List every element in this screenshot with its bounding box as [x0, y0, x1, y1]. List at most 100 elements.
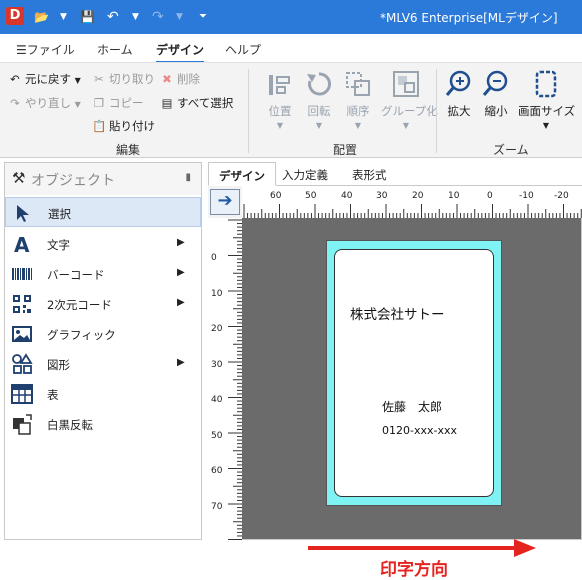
document-tabs: デザイン 入力定義 表形式 — [208, 162, 582, 186]
edit-group-label: 編集 — [116, 143, 141, 157]
ruler-v-label: 50 — [211, 431, 223, 441]
pin-icon[interactable]: ▮ — [185, 172, 191, 183]
tab-input-definition[interactable]: 入力定義 — [272, 162, 338, 186]
group-button[interactable]: グループ化 ▼ — [381, 69, 438, 130]
screen-size-icon — [535, 70, 557, 98]
label-name-text[interactable]: 佐藤 太郎 — [382, 398, 442, 415]
redo-icon[interactable]: ↷ — [152, 8, 164, 26]
paste-icon: 📋 — [92, 119, 107, 133]
object-item-table[interactable]: 表 — [5, 379, 201, 409]
ruler-h-label: 30 — [376, 191, 388, 201]
tab-home[interactable]: ホーム — [97, 41, 133, 58]
title-bar: D 📂 ▼ 💾 ↶ ▼ ↷ ▼ ⏷ *MLV6 Enterprise[MLデザイ… — [0, 0, 582, 34]
ribbon: ↶ 元に戻す ▼ ↷ やり直し ▼ ✂ 切り取り ✖ 削除 ❐ コピー ▤ すべて選択 📋 貼… — [0, 62, 582, 158]
ruler-h-label: 0 — [487, 191, 493, 201]
object-item-2d-code[interactable]: 2次元コード ▶ — [5, 289, 201, 319]
undo-icon[interactable]: ↶ — [107, 8, 119, 26]
position-button[interactable]: 位置 ▼ — [258, 69, 302, 130]
tab-design[interactable]: デザイン — [156, 41, 205, 63]
order-icon — [346, 72, 370, 96]
submenu-arrow-icon: ▶ — [177, 237, 185, 248]
objects-panel: ⚒ オブジェクト ▮ 選択 A 文字 ▶ バーコード ▶ 2次元コード ▶ グラ… — [4, 162, 202, 540]
redo-icon: ↷ — [10, 96, 20, 110]
ruler-h-label: -20 — [554, 191, 569, 201]
arrange-group-label: 配置 — [333, 143, 358, 157]
redo-button[interactable]: ↷ やり直し ▼ — [8, 95, 81, 111]
redo-dropdown-icon[interactable]: ▼ — [176, 8, 183, 26]
chevron-down-icon[interactable]: ▼ — [60, 8, 67, 26]
window-title: *MLV6 Enterprise[MLデザイン] — [380, 11, 558, 25]
ruler-v-label: 20 — [211, 324, 223, 334]
shapes-icon — [12, 353, 33, 374]
submenu-arrow-icon: ▶ — [177, 357, 185, 368]
zoom-group-label: ズーム — [493, 143, 529, 157]
zoom-out-button[interactable]: 縮小 — [474, 69, 518, 119]
image-icon — [12, 326, 32, 342]
zoom-in-icon — [445, 70, 471, 96]
text-icon: A — [14, 233, 30, 255]
tab-design-view[interactable]: デザイン — [208, 162, 276, 186]
undo-dropdown-icon[interactable]: ▼ — [132, 8, 139, 26]
select-all-icon: ▤ — [161, 96, 173, 110]
undo-button[interactable]: ↶ 元に戻す ▼ — [8, 71, 81, 87]
copy-icon: ❐ — [93, 96, 105, 110]
label-print-area[interactable] — [334, 249, 494, 497]
svg-text:A: A — [14, 233, 30, 255]
copy-button[interactable]: ❐ コピー — [92, 95, 144, 111]
paste-button[interactable]: 📋 貼り付け — [92, 118, 155, 134]
cut-button[interactable]: ✂ 切り取り — [92, 71, 155, 87]
ruler-v-label: 0 — [211, 253, 217, 263]
rotate-icon — [307, 72, 331, 96]
object-item-graphic[interactable]: グラフィック — [5, 319, 201, 349]
scissors-icon: ✂ — [94, 72, 104, 86]
cursor-icon — [17, 205, 29, 222]
submenu-arrow-icon: ▶ — [177, 267, 185, 278]
ruler-h-label: 60 — [270, 191, 282, 201]
submenu-arrow-icon: ▶ — [177, 297, 185, 308]
tools-icon: ⚒ — [12, 169, 26, 187]
ruler-v-label: 10 — [211, 289, 223, 299]
ribbon-tabs: ☰ファイル ホーム デザイン ヘルプ — [0, 34, 582, 63]
ruler-v-label: 70 — [211, 502, 223, 512]
table-icon — [11, 384, 33, 404]
save-icon[interactable]: 💾 — [80, 8, 95, 26]
ruler-v-label: 40 — [211, 395, 223, 405]
print-direction-toggle-button[interactable]: ➔ — [210, 189, 240, 215]
barcode-icon — [12, 268, 32, 280]
object-item-invert[interactable]: 白黒反転 — [5, 409, 201, 439]
label-company-text[interactable]: 株式会社サトー — [350, 303, 445, 323]
zoom-out-icon — [482, 70, 508, 96]
delete-icon: ✖ — [162, 72, 172, 86]
ruler-h-label: 40 — [341, 191, 353, 201]
ruler-h-label: -10 — [519, 191, 534, 201]
app-icon: D — [6, 7, 24, 25]
order-button[interactable]: 順序 ▼ — [336, 69, 380, 130]
ruler-h-label: 50 — [305, 191, 317, 201]
ruler-h-label: 10 — [448, 191, 460, 201]
object-item-barcode[interactable]: バーコード ▶ — [5, 259, 201, 289]
objects-panel-title: オブジェクト — [31, 173, 115, 189]
tab-table-format[interactable]: 表形式 — [342, 162, 397, 186]
objects-panel-header: ⚒ オブジェクト ▮ — [5, 163, 201, 195]
ruler-h-label: 20 — [412, 191, 424, 201]
object-item-text[interactable]: A 文字 ▶ — [5, 229, 201, 259]
open-folder-icon[interactable]: 📂 — [34, 8, 49, 26]
object-item-select[interactable]: 選択 — [5, 197, 201, 227]
label-phone-text[interactable]: 0120-xxx-xxx — [382, 424, 457, 437]
customize-toolbar-icon[interactable]: ⏷ — [199, 8, 207, 26]
ruler-v-label: 30 — [211, 360, 223, 370]
tab-file[interactable]: ☰ファイル — [16, 41, 75, 58]
delete-button[interactable]: ✖ 削除 — [160, 71, 200, 87]
screen-size-button[interactable]: 画面サイズ ▼ — [518, 69, 575, 130]
group-icon — [393, 71, 419, 97]
align-icon — [269, 75, 290, 95]
ruler-v-label: 60 — [211, 466, 223, 476]
undo-icon: ↶ — [10, 72, 20, 86]
tab-help[interactable]: ヘルプ — [225, 41, 261, 58]
object-item-shapes[interactable]: 図形 ▶ — [5, 349, 201, 379]
invert-icon — [13, 414, 32, 435]
select-all-button[interactable]: ▤ すべて選択 — [160, 95, 234, 111]
print-direction-label: 印字方向 — [380, 560, 448, 580]
menu-icon: ☰ — [16, 43, 27, 57]
rotate-button[interactable]: 回転 ▼ — [297, 69, 341, 130]
